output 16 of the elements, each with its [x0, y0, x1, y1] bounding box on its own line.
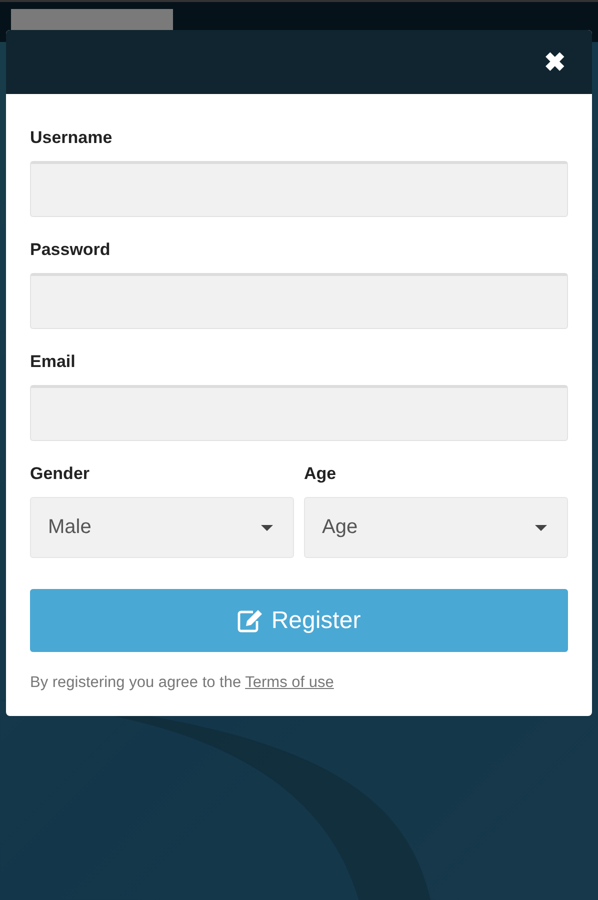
- input-field[interactable]: [30, 273, 568, 329]
- close-button[interactable]: ✖: [544, 49, 566, 75]
- input-field[interactable]: [30, 385, 568, 441]
- input-field[interactable]: [30, 161, 568, 217]
- field-label: Username: [30, 128, 114, 148]
- field-label: Age: [304, 464, 338, 484]
- terms-link[interactable]: Terms of use: [245, 674, 334, 691]
- caret-icon: [535, 524, 547, 530]
- dropdown[interactable]: Male: [30, 497, 294, 558]
- field-label: Email: [30, 352, 76, 372]
- terms-text: By registering you agree to the Terms of use: [30, 674, 335, 692]
- caret-icon: [261, 524, 273, 530]
- field-label: Password: [30, 240, 112, 260]
- dropdown[interactable]: Age: [304, 497, 568, 558]
- edit-icon: [237, 608, 264, 632]
- field-label: Gender: [30, 464, 91, 484]
